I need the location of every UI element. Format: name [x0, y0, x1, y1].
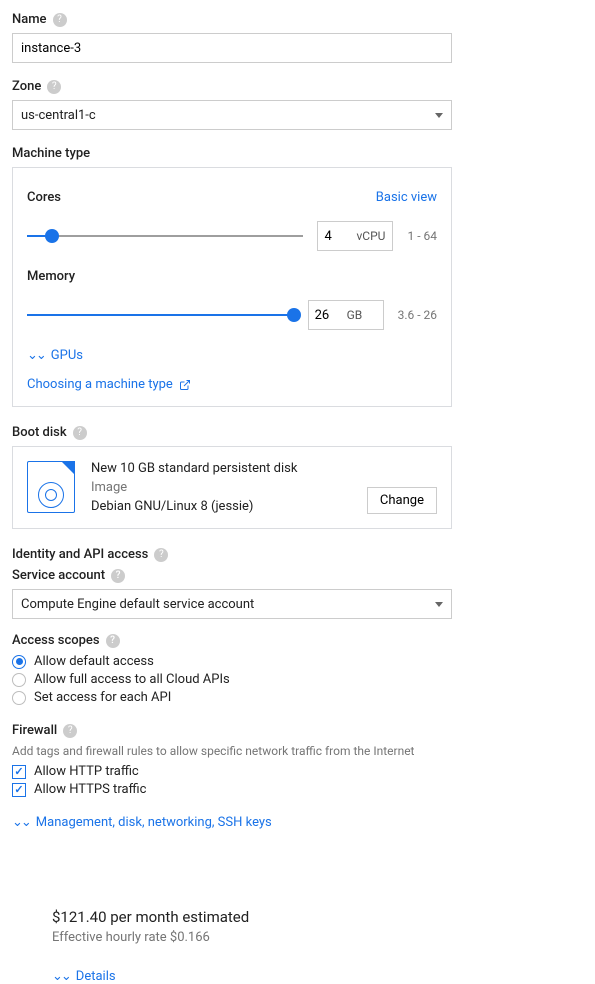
zone-label: Zone [12, 79, 41, 94]
scope-full-radio[interactable]: Allow full access to all Cloud APIs [12, 672, 452, 687]
memory-range: 3.6 - 26 [398, 308, 437, 322]
memory-slider[interactable] [27, 305, 294, 325]
management-expand-label: Management, disk, networking, SSH keys [36, 815, 272, 830]
management-expand[interactable]: ⌄⌄ Management, disk, networking, SSH key… [12, 815, 272, 830]
help-icon[interactable]: ? [53, 13, 67, 27]
chevron-down-icon [435, 602, 443, 607]
gpus-expand[interactable]: ⌄⌄ GPUs [27, 348, 83, 363]
hourly-rate: Effective hourly rate $0.166 [52, 930, 152, 945]
pricing-details-label: Details [76, 969, 116, 984]
machine-type-panel: Basic view Cores vCPU 1 - 64 Memory [12, 167, 452, 407]
https-checkbox[interactable]: Allow HTTPS traffic [12, 782, 452, 797]
boot-image-label: Image [91, 480, 351, 495]
cores-unit: vCPU [356, 229, 391, 243]
memory-input[interactable] [309, 308, 347, 323]
help-icon[interactable]: ? [106, 634, 120, 648]
basic-view-link[interactable]: Basic view [376, 190, 437, 205]
external-link-icon [179, 379, 191, 391]
radio-icon [12, 655, 26, 669]
monthly-price: $121.40 per month estimated [52, 908, 152, 926]
help-icon[interactable]: ? [73, 426, 87, 440]
service-account-label: Service account [12, 568, 105, 583]
change-boot-disk-button[interactable]: Change [367, 487, 437, 514]
help-icon[interactable]: ? [63, 724, 77, 738]
identity-label: Identity and API access [12, 547, 148, 562]
boot-disk-title: New 10 GB standard persistent disk [91, 461, 351, 476]
checkbox-icon [12, 765, 26, 779]
https-label: Allow HTTPS traffic [34, 782, 146, 797]
machine-type-label: Machine type [12, 146, 90, 161]
boot-image-value: Debian GNU/Linux 8 (jessie) [91, 499, 351, 514]
cores-range: 1 - 64 [407, 229, 437, 243]
http-checkbox[interactable]: Allow HTTP traffic [12, 764, 452, 779]
boot-disk-panel: New 10 GB standard persistent disk Image… [12, 446, 452, 529]
expand-down-icon: ⌄⌄ [27, 348, 45, 363]
scope-full-label: Allow full access to all Cloud APIs [34, 672, 230, 687]
scope-default-radio[interactable]: Allow default access [12, 654, 452, 669]
chevron-down-icon [435, 113, 443, 118]
memory-unit: GB [347, 308, 369, 322]
service-account-select[interactable]: Compute Engine default service account [12, 589, 452, 619]
zone-value: us-central1-c [21, 108, 96, 123]
cores-slider[interactable] [27, 226, 303, 246]
name-input[interactable] [12, 33, 452, 63]
gpus-label: GPUs [51, 348, 83, 363]
radio-icon [12, 691, 26, 705]
expand-down-icon: ⌄⌄ [52, 969, 70, 984]
radio-icon [12, 673, 26, 687]
firewall-label: Firewall [12, 723, 57, 738]
scopes-label: Access scopes [12, 633, 100, 648]
cores-input[interactable] [318, 229, 356, 244]
service-account-value: Compute Engine default service account [21, 597, 254, 612]
pricing-details-link[interactable]: ⌄⌄ Details [52, 969, 116, 984]
expand-down-icon: ⌄⌄ [12, 815, 30, 830]
choosing-machine-link[interactable]: Choosing a machine type [27, 377, 191, 392]
scope-each-label: Set access for each API [34, 690, 171, 705]
memory-label: Memory [27, 269, 437, 284]
scope-each-radio[interactable]: Set access for each API [12, 690, 452, 705]
help-icon[interactable]: ? [111, 569, 125, 583]
http-label: Allow HTTP traffic [34, 764, 139, 779]
disk-icon [27, 461, 75, 513]
scope-default-label: Allow default access [34, 654, 154, 669]
help-icon[interactable]: ? [47, 80, 61, 94]
checkbox-icon [12, 783, 26, 797]
boot-disk-label: Boot disk [12, 425, 67, 440]
firewall-hint: Add tags and firewall rules to allow spe… [12, 744, 452, 758]
help-icon[interactable]: ? [154, 548, 168, 562]
zone-select[interactable]: us-central1-c [12, 100, 452, 130]
name-label: Name [12, 12, 47, 27]
